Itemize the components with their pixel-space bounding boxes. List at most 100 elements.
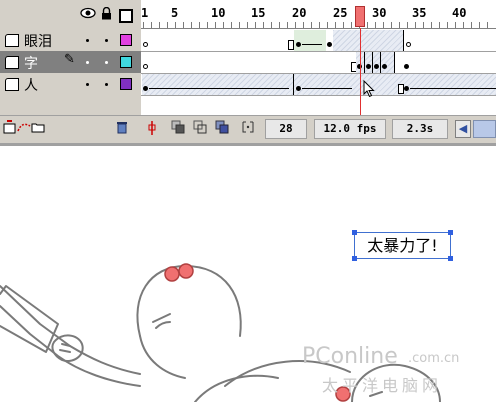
ruler-tick	[463, 22, 464, 28]
horizontal-scrollbar[interactable]	[473, 120, 496, 138]
layer-icon	[5, 56, 19, 69]
frame-rate-field[interactable]: 12.0 fps	[314, 119, 386, 139]
ruler-tick	[159, 22, 160, 28]
frame-span[interactable]	[333, 30, 403, 51]
ruler-label: 25	[333, 6, 348, 20]
ruler-label: 15	[251, 6, 266, 20]
ruler-tick	[431, 22, 432, 28]
layer-row-text[interactable]: 字 ✎	[0, 51, 141, 73]
keyframe[interactable]	[382, 64, 387, 69]
ruler-tick	[199, 22, 200, 28]
resize-handle[interactable]	[352, 256, 357, 261]
ruler-tick	[183, 22, 184, 28]
frame-span[interactable]	[356, 52, 394, 73]
row-divider	[141, 51, 496, 52]
ruler-tick	[191, 22, 192, 28]
layer-icon	[5, 78, 19, 91]
tween-arrow	[410, 88, 496, 89]
visibility-dot[interactable]	[86, 83, 89, 86]
ruler-tick	[375, 22, 376, 28]
ruler-tick	[143, 22, 144, 28]
delete-layer-icon[interactable]	[114, 120, 130, 136]
layer-row-person[interactable]: 人	[0, 73, 141, 95]
ruler-tick	[303, 22, 304, 28]
mouse-cursor-icon	[363, 79, 375, 102]
ruler-tick	[271, 22, 272, 28]
eye-icon[interactable]	[80, 7, 96, 23]
ruler-tick	[439, 22, 440, 28]
keyframe[interactable]	[366, 64, 371, 69]
text-box[interactable]: 太暴力了!	[354, 232, 451, 259]
keyframe[interactable]	[296, 86, 301, 91]
center-frame-icon[interactable]	[144, 120, 160, 136]
onion-skin-icon[interactable]	[170, 120, 186, 136]
frame-boundary	[364, 52, 365, 73]
ruler-tick	[343, 22, 344, 28]
resize-handle[interactable]	[448, 256, 453, 261]
stage-canvas[interactable]: 太暴力了! PConline .com.cn 太平洋电脑网	[0, 146, 496, 403]
layer-row-tears[interactable]: 眼泪	[0, 29, 141, 51]
outline-box-icon[interactable]	[119, 9, 133, 23]
layer-name[interactable]: 人	[24, 75, 38, 95]
ruler-tick	[487, 22, 488, 28]
lock-icon[interactable]	[101, 6, 112, 24]
watermark-brand: PConline	[302, 344, 398, 369]
ruler-tick	[295, 22, 296, 28]
ruler-tick	[255, 22, 256, 28]
ruler-tick	[263, 22, 264, 28]
keyframe[interactable]	[404, 86, 409, 91]
empty-keyframe[interactable]	[143, 42, 148, 47]
frame-boundary	[380, 52, 381, 73]
frame-span[interactable]	[142, 74, 496, 95]
scroll-left-arrow-icon[interactable]: ◀	[455, 120, 471, 138]
keyframe[interactable]	[404, 64, 409, 69]
resize-handle[interactable]	[352, 230, 357, 235]
frame-boundary	[293, 74, 294, 95]
motion-tween-span[interactable]	[294, 30, 326, 51]
keyframe[interactable]	[374, 64, 379, 69]
layer-name[interactable]: 眼泪	[24, 31, 52, 51]
playhead-line	[360, 28, 361, 116]
outline-color-swatch[interactable]	[120, 56, 132, 68]
keyframe[interactable]	[296, 42, 301, 47]
ruler-label: 10	[211, 6, 226, 20]
modify-onion-markers-icon[interactable]	[240, 120, 256, 136]
outline-color-swatch[interactable]	[120, 34, 132, 46]
keyframe[interactable]	[327, 42, 332, 47]
resize-handle[interactable]	[448, 230, 453, 235]
empty-keyframe[interactable]	[406, 42, 411, 47]
elapsed-time-field: 2.3s	[392, 119, 448, 139]
edit-multiple-frames-icon[interactable]	[214, 120, 230, 136]
playhead[interactable]	[355, 6, 365, 27]
ruler-tick	[231, 22, 232, 28]
layer-icon	[5, 34, 19, 47]
ruler-tick	[311, 22, 312, 28]
lock-dot[interactable]	[105, 39, 108, 42]
ruler-tick	[319, 22, 320, 28]
ruler-tick	[287, 22, 288, 28]
watermark-domain: .com.cn	[408, 351, 460, 366]
insert-folder-icon[interactable]	[30, 120, 46, 136]
ruler-label: 20	[292, 6, 307, 20]
keyframe[interactable]	[143, 86, 148, 91]
lock-dot[interactable]	[105, 61, 108, 64]
ruler-tick	[367, 22, 368, 28]
current-frame-field: 28	[265, 119, 307, 139]
ruler-tick	[479, 22, 480, 28]
outline-color-swatch[interactable]	[120, 78, 132, 90]
ruler-tick	[279, 22, 280, 28]
row-divider	[141, 95, 496, 96]
visibility-dot[interactable]	[86, 39, 89, 42]
frame-boundary	[394, 52, 395, 73]
ruler-tick	[151, 22, 152, 28]
empty-keyframe[interactable]	[143, 64, 148, 69]
ruler-label: 35	[412, 6, 427, 20]
lock-dot[interactable]	[105, 83, 108, 86]
ruler-tick	[415, 22, 416, 28]
layer-name[interactable]: 字	[24, 53, 38, 73]
visibility-dot[interactable]	[86, 61, 89, 64]
ruler-tick	[399, 22, 400, 28]
onion-skin-outlines-icon[interactable]	[192, 120, 208, 136]
ruler-tick	[327, 22, 328, 28]
ruler-label: 1	[141, 6, 149, 20]
